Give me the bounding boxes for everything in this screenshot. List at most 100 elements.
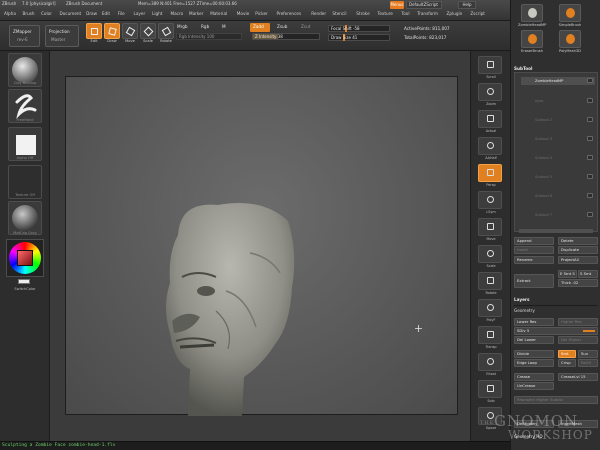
- subtool-item[interactable]: Subtool 3: [521, 135, 595, 143]
- menu-brush[interactable]: Brush: [23, 11, 35, 16]
- extract-button[interactable]: Extract: [514, 274, 554, 288]
- subtool-item[interactable]: Subtool 2: [521, 116, 595, 124]
- ghost-button[interactable]: [478, 353, 502, 371]
- z-intensity-slider[interactable]: Z Intensity 38: [252, 33, 320, 40]
- persp-button[interactable]: [478, 164, 502, 182]
- menu-picker[interactable]: Picker: [255, 11, 267, 16]
- menu-preferences[interactable]: Preferences: [277, 11, 302, 16]
- draw-size-slider[interactable]: Draw Size 41: [328, 34, 390, 41]
- tool-thumbnail[interactable]: [559, 30, 581, 48]
- visibility-eye-icon[interactable]: [587, 155, 593, 160]
- menu-document[interactable]: Document: [60, 11, 82, 16]
- projection-master-button[interactable]: Projection Master: [45, 25, 79, 47]
- color-picker[interactable]: [6, 239, 44, 277]
- lower-res-button[interactable]: Lower Res: [514, 318, 554, 326]
- focal-shift-slider[interactable]: Focal Shift -58: [328, 25, 390, 32]
- menu-texture[interactable]: Texture: [378, 11, 393, 16]
- polyf-button[interactable]: [478, 299, 502, 317]
- menu-edit[interactable]: Edit: [102, 11, 110, 16]
- menu-render[interactable]: Render: [311, 11, 326, 16]
- zoom-button[interactable]: [478, 83, 502, 101]
- geometry-header[interactable]: Geometry: [514, 308, 598, 313]
- menu-macro[interactable]: Macro: [171, 11, 184, 16]
- tool-move-button[interactable]: [122, 23, 138, 39]
- visibility-eye-icon[interactable]: [587, 212, 593, 217]
- append-button[interactable]: Append: [514, 237, 554, 245]
- aahalf-button[interactable]: [478, 137, 502, 155]
- visibility-eye-icon[interactable]: [587, 117, 593, 122]
- tool-rotate-button[interactable]: [158, 23, 174, 39]
- zadd-button[interactable]: Zadd: [250, 23, 270, 32]
- subtool-header[interactable]: SubTool: [514, 66, 598, 71]
- menu-zscript[interactable]: Zscript: [470, 11, 485, 16]
- s-smt-slider[interactable]: S Smt: [578, 270, 598, 278]
- tool-scale-button[interactable]: [140, 23, 156, 39]
- menu-movie[interactable]: Movie: [237, 11, 249, 16]
- sdiv-slider[interactable]: SDiv 5: [514, 327, 598, 335]
- crease-level-slider[interactable]: CreaseLvl 15: [558, 373, 598, 381]
- rotate-button[interactable]: [478, 272, 502, 290]
- subtool-item[interactable]: Subtool 5: [521, 173, 595, 181]
- rgb-intensity-slider[interactable]: Rgb Intensity 100: [176, 33, 242, 40]
- subtool-item[interactable]: Subtool 7: [521, 211, 595, 219]
- move-button[interactable]: [478, 218, 502, 236]
- tool-thumbnail[interactable]: [559, 4, 581, 22]
- smt-toggle[interactable]: Smt: [558, 350, 576, 358]
- visibility-eye-icon[interactable]: [587, 174, 593, 179]
- menu-stencil[interactable]: Stencil: [332, 11, 346, 16]
- menu-alpha[interactable]: Alpha: [4, 11, 16, 16]
- menu-color[interactable]: Color: [41, 11, 52, 16]
- tool-thumbnail[interactable]: [521, 4, 543, 22]
- zmapper-button[interactable]: ZMapper rev-E: [9, 25, 40, 47]
- menus-button[interactable]: Menus: [390, 1, 404, 9]
- menu-draw[interactable]: Draw: [86, 11, 97, 16]
- menu-stroke[interactable]: Stroke: [356, 11, 369, 16]
- insert-button[interactable]: Insert: [514, 246, 554, 254]
- suv-toggle[interactable]: Suv: [578, 350, 598, 358]
- menu-file[interactable]: File: [118, 11, 125, 16]
- menu-material[interactable]: Material: [210, 11, 227, 16]
- duplicate-button[interactable]: Duplicate: [558, 246, 598, 254]
- help-button[interactable]: Help: [458, 1, 476, 9]
- switch-color-label[interactable]: SwitchColor: [4, 287, 46, 291]
- main-color-swatch[interactable]: [18, 279, 30, 284]
- visibility-eye-icon[interactable]: [587, 98, 593, 103]
- m-button[interactable]: M: [222, 24, 226, 29]
- default-zscript-button[interactable]: DefaultZScript: [406, 1, 442, 9]
- subtool-item[interactable]: eyes: [521, 97, 595, 105]
- rgb-button[interactable]: Rgb: [201, 24, 209, 29]
- subtool-scrollbar[interactable]: [519, 229, 593, 233]
- solo-button[interactable]: [478, 380, 502, 398]
- crisp-toggle[interactable]: Crisp: [558, 359, 576, 367]
- zcut-button[interactable]: Zcut: [301, 24, 310, 29]
- mrgb-button[interactable]: Mrgb: [177, 24, 188, 29]
- visibility-eye-icon[interactable]: [587, 78, 593, 83]
- menu-marker[interactable]: Marker: [189, 11, 203, 16]
- menu-light[interactable]: Light: [152, 11, 162, 16]
- tool-draw-button[interactable]: [104, 23, 120, 39]
- visibility-eye-icon[interactable]: [587, 136, 593, 141]
- visibility-eye-icon[interactable]: [587, 193, 593, 198]
- reuv-button[interactable]: ReUV: [578, 359, 598, 367]
- color-square[interactable]: [17, 250, 33, 266]
- tool-thumbnail[interactable]: [521, 30, 543, 48]
- del-higher-button[interactable]: Del Higher: [558, 336, 598, 344]
- zombie-head-sculpt[interactable]: [66, 77, 459, 416]
- rename-button[interactable]: Rename: [514, 256, 554, 264]
- lsym-button[interactable]: [478, 191, 502, 209]
- menu-zplugin[interactable]: Zplugin: [447, 11, 463, 16]
- crease-button[interactable]: Crease: [514, 373, 554, 381]
- thick-slider[interactable]: Thick .02: [558, 279, 598, 287]
- menu-layer[interactable]: Layer: [134, 11, 146, 16]
- tool-edit-button[interactable]: [86, 23, 102, 39]
- e-smt-slider[interactable]: E Smt 5: [558, 270, 577, 278]
- scale-button[interactable]: [478, 245, 502, 263]
- uncrease-button[interactable]: UnCrease: [514, 382, 554, 390]
- divide-button[interactable]: Divide: [514, 350, 554, 358]
- zsub-button[interactable]: Zsub: [277, 24, 287, 29]
- subtool-item[interactable]: ZombieHeadMP: [521, 77, 595, 85]
- menu-tool[interactable]: Tool: [401, 11, 409, 16]
- viewport-canvas[interactable]: [65, 76, 459, 416]
- subtool-item[interactable]: Subtool 6: [521, 192, 595, 200]
- actual-button[interactable]: [478, 110, 502, 128]
